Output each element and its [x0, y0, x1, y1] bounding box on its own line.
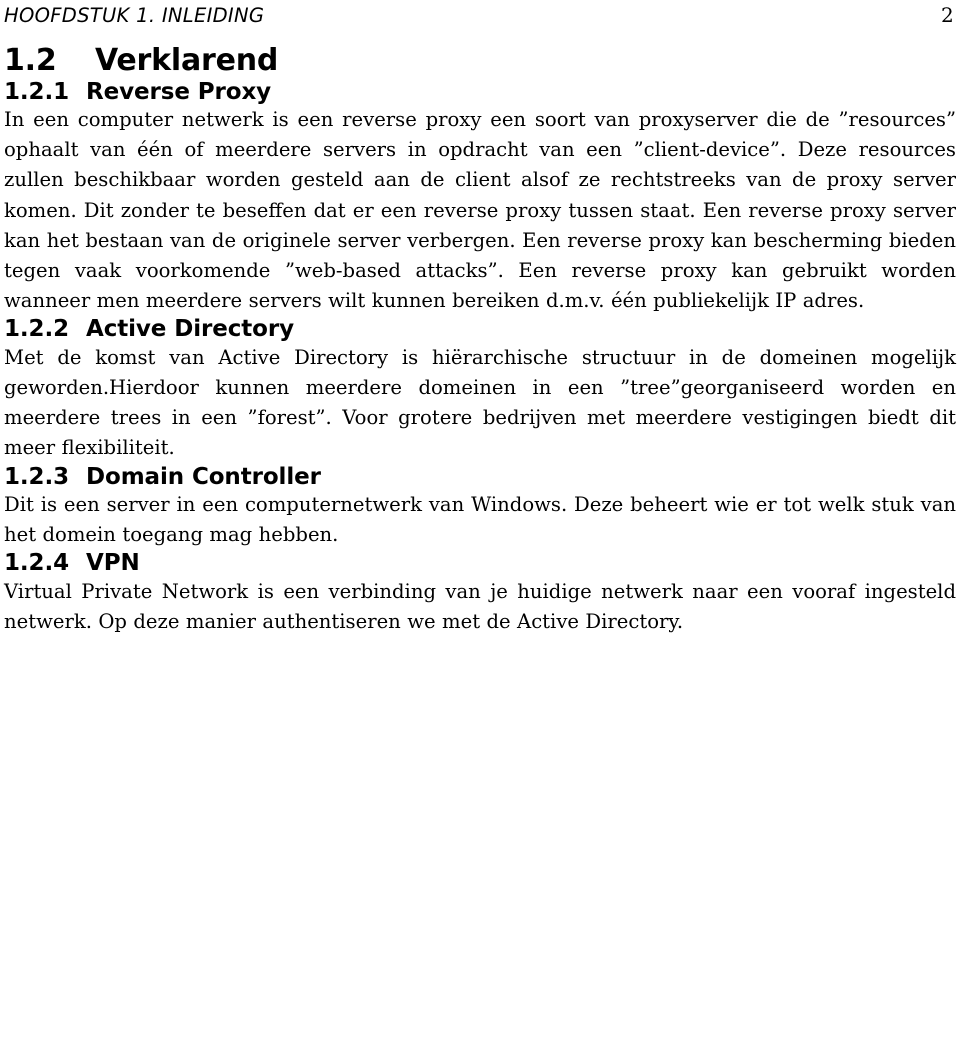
subsection-heading-active-directory: 1.2.2 Active Directory	[4, 316, 956, 342]
paragraph-active-directory: Met de komst van Active Directory is hië…	[4, 345, 956, 460]
section-title: Verklarend	[95, 43, 279, 78]
paragraph-vpn: Virtual Private Network is een verbindin…	[4, 579, 956, 634]
subsection-title: VPN	[86, 550, 140, 577]
page-content: 1.2 Verklarend 1.2.1 Reverse Proxy In ee…	[4, 43, 956, 637]
section-number: 1.2	[4, 43, 57, 78]
running-header: HOOFDSTUK 1. INLEIDING 2	[4, 3, 954, 31]
subsection-number: 1.2.4	[4, 550, 69, 577]
subsection-title: Domain Controller	[86, 463, 321, 490]
subsection-title: Reverse Proxy	[86, 78, 272, 105]
subsection-heading-vpn: 1.2.4 VPN	[4, 550, 956, 576]
subsection-heading-reverse-proxy: 1.2.1 Reverse Proxy	[4, 79, 956, 105]
paragraph-domain-controller: Dit is een server in een computernetwerk…	[4, 493, 956, 547]
document-page: HOOFDSTUK 1. INLEIDING 2 1.2 Verklarend …	[0, 0, 960, 1044]
paragraph-reverse-proxy: In een computer netwerk is een reverse p…	[4, 107, 956, 313]
subsection-heading-domain-controller: 1.2.3 Domain Controller	[4, 464, 956, 490]
section-heading-1-2: 1.2 Verklarend	[4, 43, 956, 79]
subsection-title: Active Directory	[86, 316, 294, 343]
header-chapter-reference: HOOFDSTUK 1. INLEIDING	[4, 4, 265, 27]
page-number: 2	[940, 3, 954, 27]
subsection-number: 1.2.1	[4, 78, 69, 105]
subsection-number: 1.2.2	[4, 316, 69, 343]
subsection-number: 1.2.3	[4, 463, 69, 490]
